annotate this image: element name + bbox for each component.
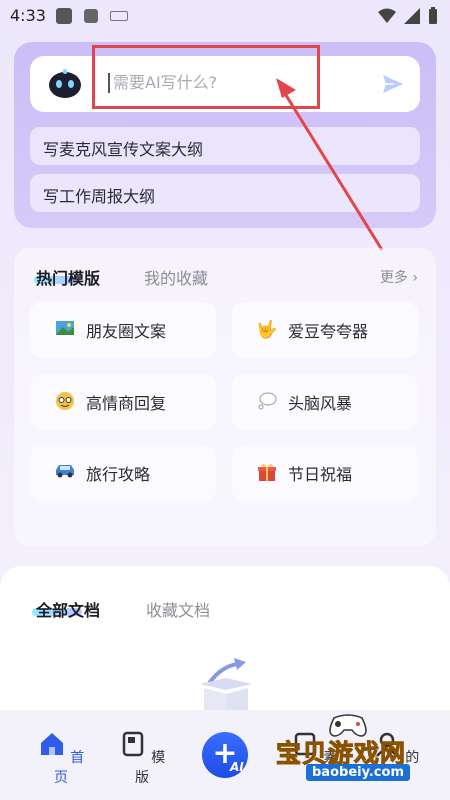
templates-card: 热门模版 我的收藏 更多 › 朋友圈文案 🤟 爱豆夸夸器 高情商回复 头脑风暴 …	[14, 248, 436, 546]
suggestion-item[interactable]: 写工作周报大纲	[30, 174, 420, 212]
tab-favorite-documents[interactable]: 收藏文档	[146, 597, 210, 621]
photo-icon	[54, 319, 76, 341]
keyboard-icon	[110, 11, 128, 21]
template-item[interactable]: 头脑风暴	[232, 374, 418, 430]
tab-hot-templates[interactable]: 热门模版	[36, 265, 100, 289]
battery-icon	[429, 7, 437, 24]
template-item[interactable]: 旅行攻略	[30, 445, 216, 501]
template-item[interactable]: 🤟 爱豆夸夸器	[232, 302, 418, 358]
template-label: 高情商回复	[86, 394, 167, 413]
ai-badge: AI	[230, 760, 244, 774]
nav-templates[interactable]: 模版	[112, 730, 172, 787]
send-icon[interactable]	[382, 73, 404, 95]
template-label: 节日祝福	[288, 465, 353, 484]
more-link[interactable]: 更多 ›	[380, 267, 418, 287]
template-label: 朋友圈文案	[86, 322, 167, 341]
wifi-icon	[378, 8, 396, 23]
nav-home[interactable]: 首页	[31, 730, 91, 787]
gift-icon	[256, 462, 278, 484]
tab-my-favorites[interactable]: 我的收藏	[144, 265, 208, 289]
template-label: 爱豆夸夸器	[288, 322, 369, 341]
signal-icon	[404, 8, 420, 24]
watermark-url: baobeiy.com	[306, 764, 410, 781]
status-time: 4:33	[10, 6, 46, 25]
empty-box-icon	[200, 658, 252, 716]
smart-face-icon	[54, 391, 76, 413]
robot-avatar-icon	[49, 69, 81, 98]
template-item[interactable]: 朋友圈文案	[30, 302, 216, 358]
template-label: 旅行攻略	[86, 465, 151, 484]
rock-hand-icon: 🤟	[256, 320, 278, 340]
font-notification-icon	[84, 9, 98, 23]
app-notification-icon	[56, 8, 72, 24]
status-bar: 4:33	[0, 0, 450, 34]
home-icon	[40, 733, 63, 755]
car-icon	[54, 462, 76, 484]
suggestion-item[interactable]: 写麦克风宣传文案大纲	[30, 127, 420, 165]
template-icon	[122, 731, 144, 757]
template-item[interactable]: 高情商回复	[30, 374, 216, 430]
thought-bubble-icon	[256, 391, 278, 413]
watermark: 宝贝游戏网 baobeiy.com	[275, 712, 446, 792]
tab-all-documents[interactable]: 全部文档	[36, 597, 100, 621]
annotation-highlight-box	[92, 45, 320, 109]
template-item[interactable]: 节日祝福	[232, 445, 418, 501]
template-label: 头脑风暴	[288, 394, 353, 413]
